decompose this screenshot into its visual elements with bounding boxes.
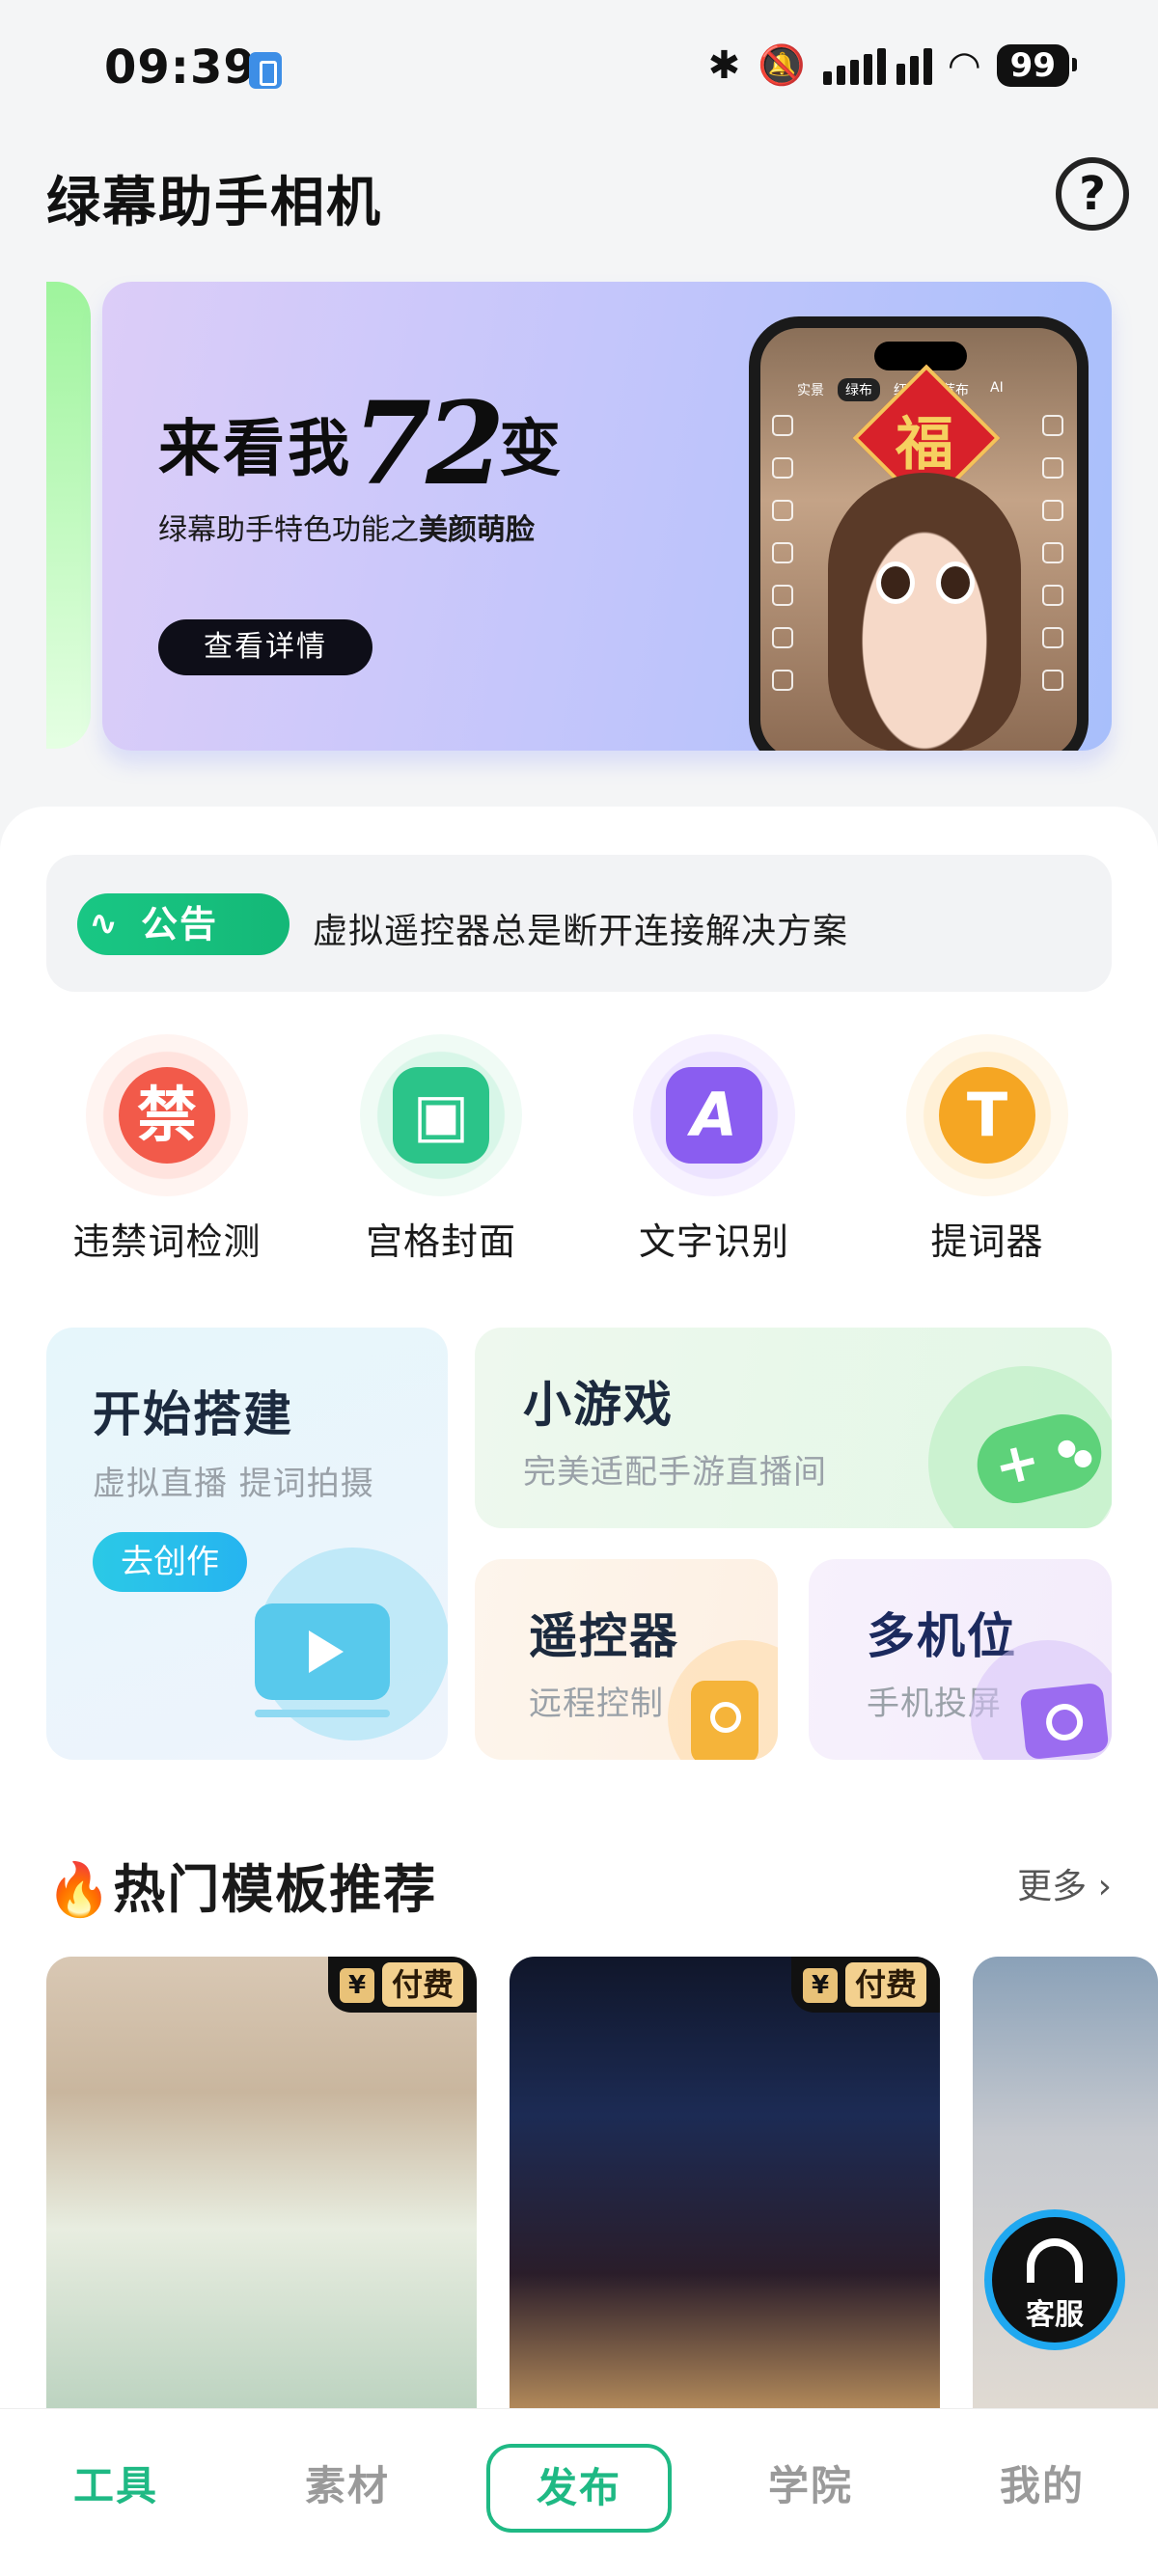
status-bar: 09:39 ✱ 🔕 ◠ 99 [0, 0, 1158, 140]
status-time: 09:39 [104, 41, 257, 95]
banner-subtitle-prefix: 绿幕助手特色功能之 [158, 513, 419, 547]
phone-tab: AI [990, 380, 1004, 396]
view-details-button[interactable]: 查看详情 [158, 619, 372, 675]
banner-subtitle: 绿幕助手特色功能之美颜萌脸 [158, 506, 535, 548]
paid-badge: ¥ 付费 [790, 1957, 940, 2013]
video-play-icon [255, 1603, 390, 1700]
card-title: 开始搭建 [93, 1386, 293, 1442]
text-recognition-glyph: A [666, 1067, 762, 1164]
tool-grid-cover[interactable]: ▣ 宫格封面 [320, 1034, 562, 1265]
card-subtitle: 虚拟直播 提词拍摄 [93, 1465, 374, 1503]
phone-notch [874, 342, 967, 370]
camera-icon [1019, 1682, 1110, 1760]
yen-icon: ¥ [802, 1968, 838, 2003]
chevron-right-icon: › [1097, 1867, 1112, 1906]
cartoon-face-illustration [828, 473, 1021, 751]
card-title: 遥控器 [529, 1608, 679, 1664]
template-card[interactable]: ¥ 付费 [46, 1957, 477, 2410]
ban-word-icon: 禁 [86, 1034, 248, 1196]
pulse-wave-icon: ∿ [89, 904, 121, 944]
customer-service-button[interactable]: 客服 [984, 2209, 1125, 2350]
promo-banner[interactable]: 来看我72变 绿幕助手特色功能之美颜萌脸 查看详情 实景 绿布 红布 蓝布 AI… [102, 282, 1112, 751]
fire-icon: 🔥 [46, 1859, 114, 1920]
more-link[interactable]: 更多 › [1017, 1858, 1112, 1908]
card-subtitle: 远程控制 [529, 1685, 664, 1723]
text-recognition-icon: A [633, 1034, 795, 1196]
card-mini-game[interactable]: 小游戏 完美适配手游直播间 [475, 1328, 1112, 1528]
signal-icon [822, 46, 932, 85]
banner-subtitle-highlight: 美颜萌脸 [419, 513, 535, 547]
phone-tab: 实景 [797, 383, 824, 398]
status-indicators: ✱ 🔕 ◠ 99 [707, 43, 1078, 88]
face-eye [876, 562, 915, 604]
banner-previous-slide[interactable] [46, 282, 91, 749]
card-start-build[interactable]: 开始搭建 虚拟直播 提词拍摄 去创作 [46, 1328, 448, 1760]
phone-side-icons-right [1042, 415, 1063, 691]
yen-icon: ¥ [339, 1968, 374, 2003]
help-icon[interactable]: ? [1056, 157, 1129, 231]
paid-badge: ¥ 付费 [327, 1957, 477, 2013]
ban-word-glyph: 禁 [119, 1067, 215, 1164]
bluetooth-icon: ✱ [707, 43, 741, 88]
tab-tools[interactable]: 工具 [19, 2448, 212, 2525]
section-title-text: 热门模板推荐 [113, 1859, 438, 1920]
tool-shortcuts: 禁 违禁词检测 ▣ 宫格封面 A 文字识别 T 提词器 [0, 1034, 1158, 1263]
hot-templates-header: 🔥热门模板推荐 更多 › [46, 1841, 1112, 1920]
notification-app-icon [249, 52, 282, 89]
teleprompter-icon: T [906, 1034, 1068, 1196]
mute-bell-icon: 🔕 [758, 43, 806, 88]
tool-label: 宫格封面 [365, 1220, 516, 1263]
card-title: 小游戏 [523, 1377, 674, 1433]
fu-sticker-text: 福 [896, 411, 953, 479]
banner-title-suffix: 变 [499, 414, 565, 485]
battery-icon: 99 [996, 44, 1078, 87]
face-eye [936, 562, 975, 604]
tool-label: 提词器 [930, 1220, 1044, 1263]
main-content: ∿ 公告 虚拟遥控器总是断开连接解决方案 禁 违禁词检测 ▣ 宫格封面 A 文字… [0, 807, 1158, 2410]
tab-materials[interactable]: 素材 [251, 2448, 444, 2525]
phone-mockup-image: 实景 绿布 红布 蓝布 AI 福 [749, 316, 1089, 751]
card-title: 多机位 [867, 1608, 1017, 1664]
paid-label: 付费 [381, 1962, 463, 2007]
banner-title-number: 72 [352, 376, 505, 510]
tab-mine[interactable]: 我的 [946, 2448, 1139, 2525]
announcement-text: 虚拟遥控器总是断开连接解决方案 [313, 912, 849, 951]
paid-label: 付费 [844, 1962, 926, 2007]
tool-label: 违禁词检测 [72, 1220, 262, 1263]
more-label: 更多 [1017, 1867, 1088, 1906]
remote-control-icon [691, 1681, 758, 1760]
customer-service-label: 客服 [1026, 2298, 1084, 2332]
grid-cover-icon: ▣ [360, 1034, 522, 1196]
card-multi-camera[interactable]: 多机位 手机投屏 [809, 1559, 1112, 1760]
bottom-tab-bar: 工具 素材 发布 学院 我的 [0, 2408, 1158, 2576]
tool-text-recognition[interactable]: A 文字识别 [593, 1034, 835, 1265]
tab-publish[interactable]: 发布 [486, 2444, 672, 2533]
teleprompter-glyph: T [939, 1067, 1035, 1164]
phone-side-icons-left [772, 415, 793, 691]
card-remote-control[interactable]: 遥控器 远程控制 [475, 1559, 778, 1760]
tab-academy[interactable]: 学院 [714, 2448, 907, 2525]
template-card[interactable]: ¥ 付费 [510, 1957, 940, 2410]
announcement-badge-label: 公告 [141, 903, 219, 945]
tool-ban-word-detection[interactable]: 禁 违禁词检测 [46, 1034, 288, 1265]
banner-title-prefix: 来看我 [158, 414, 352, 485]
grid-cover-glyph: ▣ [393, 1067, 489, 1164]
announcement-badge: ∿ 公告 [77, 893, 290, 955]
tool-teleprompter[interactable]: T 提词器 [867, 1034, 1108, 1265]
app-title: 绿幕助手相机 [46, 172, 382, 234]
section-title: 🔥热门模板推荐 [46, 1847, 437, 1923]
headset-icon [1027, 2238, 1083, 2283]
phone-tab: 绿布 [838, 378, 880, 401]
card-subtitle: 完美适配手游直播间 [523, 1453, 827, 1492]
video-progress-decor [255, 1710, 390, 1717]
template-carousel: ¥ 付费 ¥ 付费 [0, 1957, 1158, 2410]
wifi-icon: ◠ [949, 43, 979, 88]
tool-label: 文字识别 [638, 1220, 789, 1263]
banner-title: 来看我72变 [158, 376, 564, 510]
go-create-button[interactable]: 去创作 [93, 1532, 247, 1592]
announcement-bar[interactable]: ∿ 公告 虚拟遥控器总是断开连接解决方案 [46, 855, 1112, 992]
